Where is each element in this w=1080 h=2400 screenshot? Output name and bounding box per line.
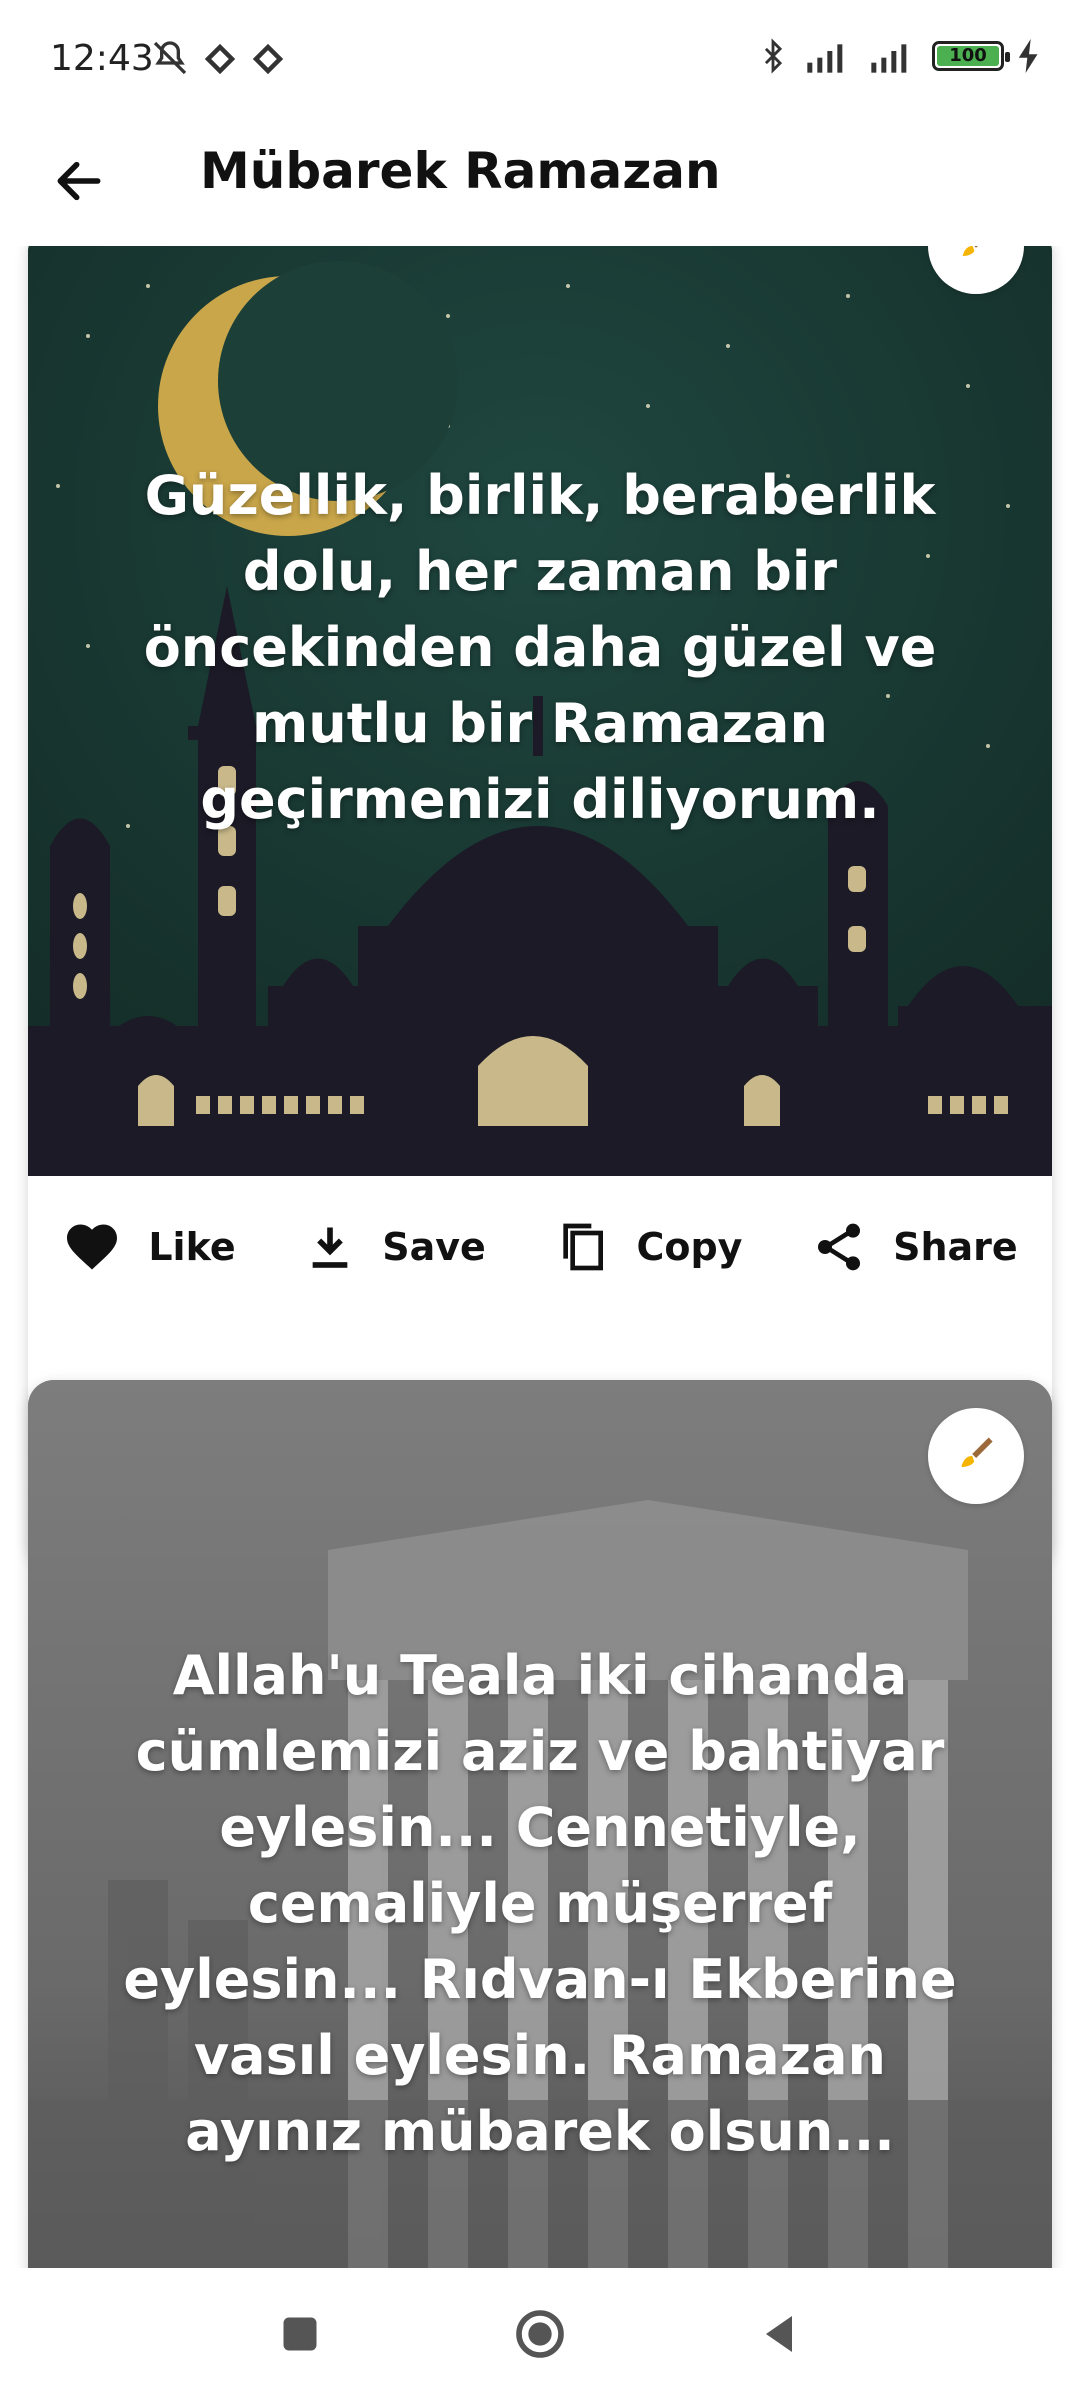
circle-icon (516, 2310, 564, 2358)
copy-label: Copy (636, 1225, 743, 1269)
quote-text: Güzellik, birlik, beraberlik dolu, her z… (143, 464, 937, 831)
quote-actions: Like Save Copy Share (28, 1176, 1052, 1318)
battery-level: 100 (937, 46, 999, 66)
status-left-icons (150, 38, 286, 78)
quote-feed[interactable]: Güzellik, birlik, beraberlik dolu, her z… (0, 246, 1080, 2268)
download-icon (312, 1227, 348, 1268)
paint-brush-icon (962, 246, 978, 256)
quote-card: Allah'u Teala iki cihanda cümlemizi aziz… (28, 1380, 1052, 2268)
cell-signal-icon (807, 44, 843, 73)
bluetooth-icon (764, 38, 783, 74)
share-button[interactable]: Share (811, 1219, 1018, 1275)
quote-card: Güzellik, birlik, beraberlik dolu, her z… (28, 246, 1052, 1566)
arrow-left-icon (57, 161, 101, 201)
app-bar: Mübarek Ramazan (0, 120, 1080, 246)
triangle-back-icon (766, 2316, 792, 2352)
home-button[interactable] (510, 2304, 570, 2364)
status-bar: 12:43 100 (0, 0, 1080, 120)
quote-image: Güzellik, birlik, beraberlik dolu, her z… (28, 246, 1052, 1176)
like-label: Like (148, 1225, 236, 1269)
recents-button[interactable] (270, 2304, 330, 2364)
square-icon (283, 2317, 317, 2351)
page-title: Mübarek Ramazan (200, 142, 721, 200)
signal-icon (204, 43, 236, 74)
save-button[interactable]: Save (304, 1221, 486, 1273)
mute-icon (153, 41, 187, 75)
system-nav-bar (0, 2268, 1080, 2400)
back-button[interactable] (44, 146, 114, 216)
battery-icon: 100 (932, 41, 1010, 71)
status-right-icons: 100 (756, 36, 1040, 76)
charging-icon (1018, 39, 1038, 73)
nav-back-button[interactable] (750, 2304, 810, 2364)
save-label: Save (382, 1225, 486, 1269)
cell-signal-icon (871, 44, 907, 73)
like-button[interactable]: Like (62, 1217, 236, 1277)
signal-icon (252, 43, 284, 74)
share-label: Share (893, 1225, 1018, 1269)
status-time: 12:43 (50, 38, 154, 79)
copy-button[interactable]: Copy (554, 1219, 742, 1275)
edit-style-button[interactable] (928, 1408, 1024, 1504)
heart-icon (67, 1224, 118, 1270)
quote-text: Allah'u Teala iki cihanda cümlemizi aziz… (123, 1644, 957, 2163)
copy-icon (563, 1223, 604, 1271)
paint-brush-icon (961, 1437, 993, 1467)
quote-image: Allah'u Teala iki cihanda cümlemizi aziz… (28, 1380, 1052, 2268)
share-icon (818, 1223, 861, 1271)
